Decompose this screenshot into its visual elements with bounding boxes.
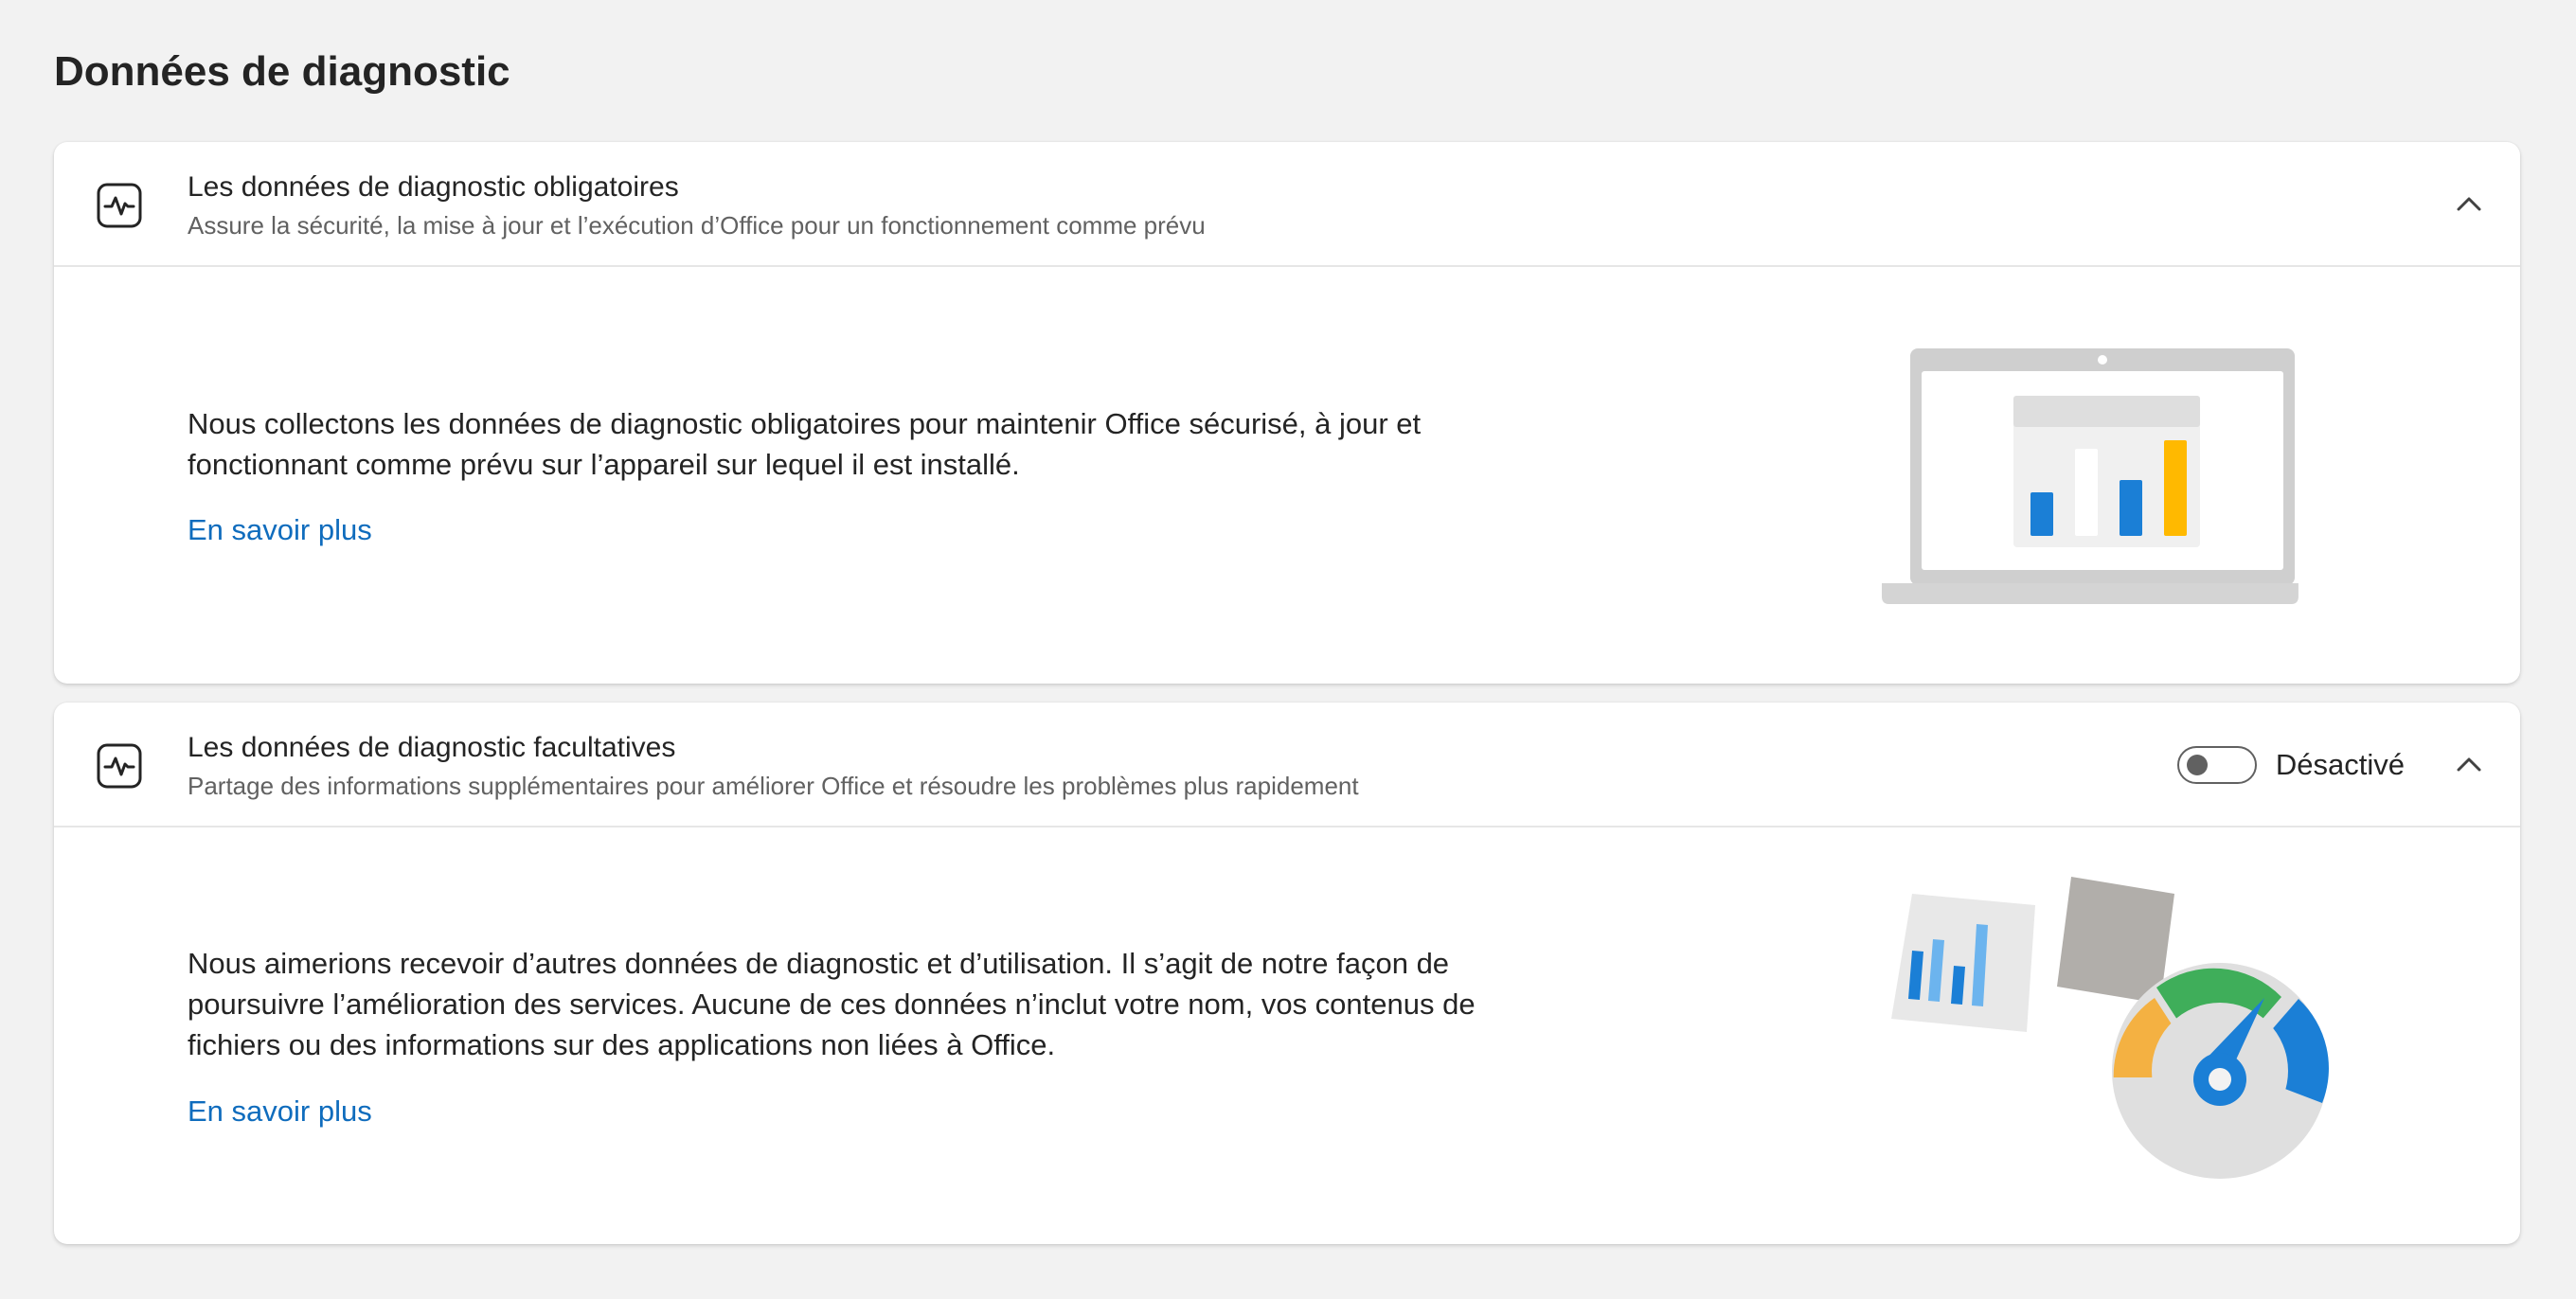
optional-diagnostics-description: Nous aimerions recevoir d’autres données…: [188, 943, 1532, 1065]
required-diagnostics-title: Les données de diagnostic obligatoires: [188, 171, 679, 203]
pulse-icon: [97, 183, 142, 228]
required-line-1: Nous collectons les données de diagnosti…: [188, 407, 1422, 440]
optional-diagnostics-title: Les données de diagnostic facultatives: [188, 732, 676, 763]
optional-diagnostics-card: Les données de diagnostic facultatives P…: [54, 703, 2520, 1244]
optional-diagnostics-toggle[interactable]: [2176, 746, 2257, 784]
gauge-chart-illustration: [1891, 877, 2329, 1179]
chevron-up-icon[interactable]: [2446, 742, 2492, 788]
optional-diagnostics-toggle-group: Désactivé: [2176, 740, 2405, 790]
toggle-state-label: Désactivé: [2275, 748, 2405, 781]
required-diagnostics-card: Les données de diagnostic obligatoires A…: [54, 142, 2520, 684]
optional-line-3: fichiers ou des informations sur des app…: [188, 1028, 1056, 1061]
required-diagnostics-subtitle: Assure la sécurité, la mise à jour et l’…: [188, 211, 1206, 240]
optional-diagnostics-header[interactable]: Les données de diagnostic facultatives P…: [54, 703, 2520, 827]
laptop-chart-illustration: [1882, 348, 2299, 604]
optional-diagnostics-subtitle: Partage des informations supplémentaires…: [188, 772, 1359, 800]
required-line-2: fonctionnant comme prévu sur l’appareil …: [188, 448, 1020, 481]
page-title: Données de diagnostic: [54, 48, 510, 95]
chevron-up-icon[interactable]: [2446, 182, 2492, 227]
toggle-knob: [2186, 755, 2208, 775]
required-diagnostics-body: Nous collectons les données de diagnosti…: [54, 267, 2520, 684]
optional-learn-more-link[interactable]: En savoir plus: [188, 1091, 372, 1131]
optional-line-1: Nous aimerions recevoir d’autres données…: [188, 947, 1450, 980]
pulse-icon: [97, 743, 142, 789]
required-diagnostics-header[interactable]: Les données de diagnostic obligatoires A…: [54, 142, 2520, 267]
required-diagnostics-description: Nous collectons les données de diagnosti…: [188, 403, 1532, 485]
optional-diagnostics-body: Nous aimerions recevoir d’autres données…: [54, 827, 2520, 1244]
required-learn-more-link[interactable]: En savoir plus: [188, 509, 372, 550]
optional-line-2: poursuivre l’amélioration des services. …: [188, 988, 1476, 1021]
